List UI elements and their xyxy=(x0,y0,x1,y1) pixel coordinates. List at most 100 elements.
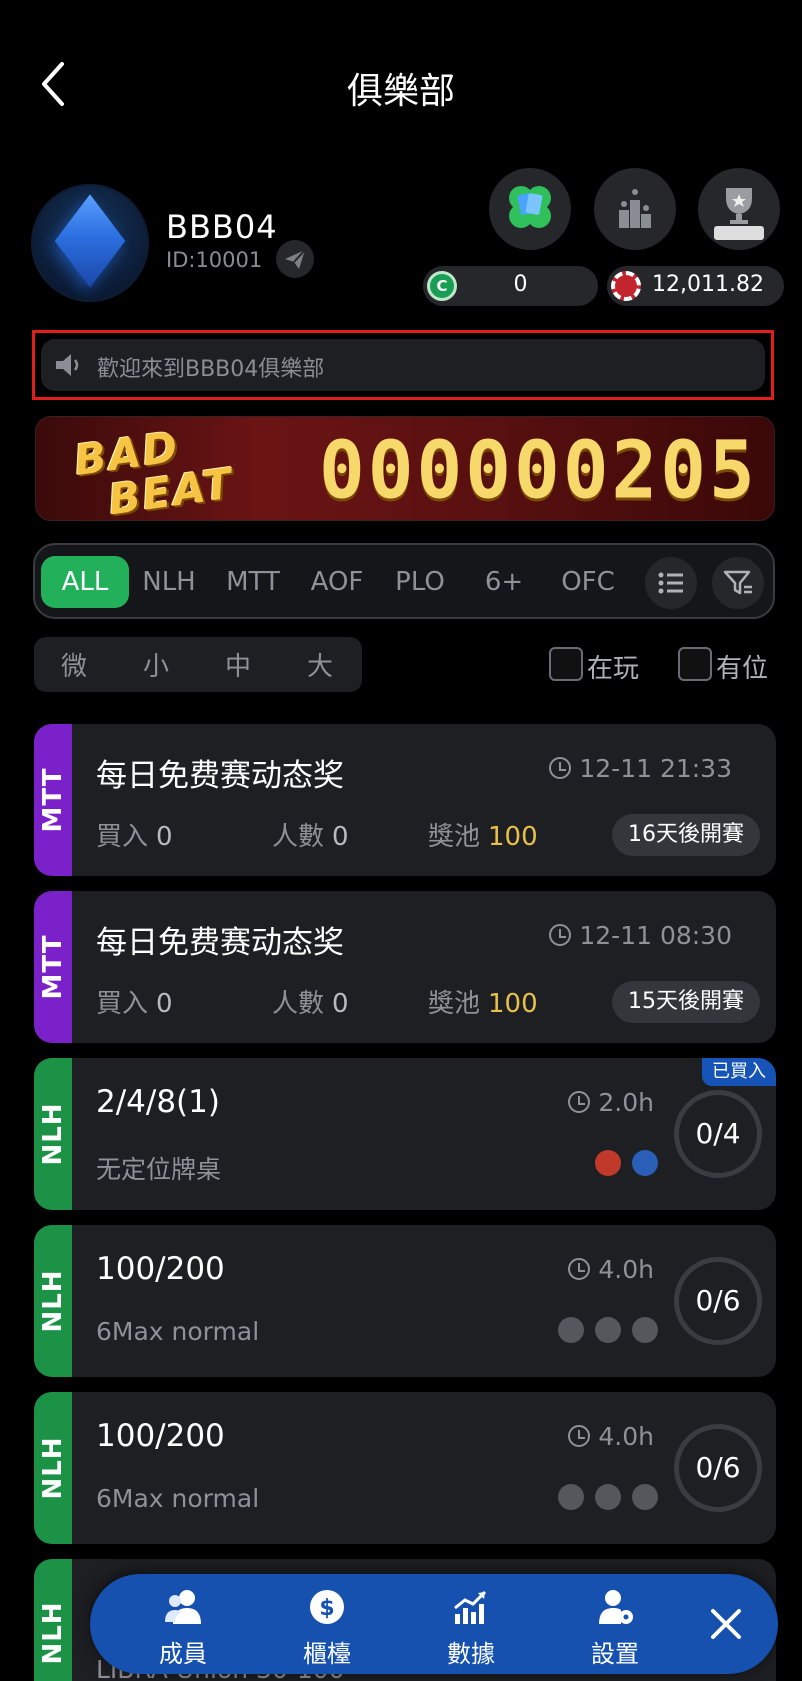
game-type-strip: NLH xyxy=(34,1392,72,1544)
tab-all[interactable]: ALL xyxy=(41,556,129,608)
seat-count: 0/4 xyxy=(674,1090,762,1178)
game-duration: 4.0h xyxy=(568,1422,654,1451)
members-icon xyxy=(165,1590,201,1624)
clock-icon xyxy=(549,924,572,946)
location-pin-icon xyxy=(557,1317,584,1343)
chip-balance[interactable]: 12,011.82 xyxy=(607,266,784,306)
prize-pool: 獎池 100 xyxy=(428,822,538,852)
club-avatar[interactable] xyxy=(31,184,149,302)
tab-6plus[interactable]: 6+ xyxy=(462,556,546,608)
nav-data[interactable]: 數據 xyxy=(426,1588,516,1669)
coin-balance-value: 0 xyxy=(513,272,528,297)
coin-balance[interactable]: C 0 xyxy=(423,266,598,306)
trophy-button[interactable] xyxy=(698,168,780,250)
data-chart-icon xyxy=(454,1590,487,1624)
game-blinds: 100/200 xyxy=(96,1418,225,1454)
playing-checkbox[interactable] xyxy=(549,647,583,681)
game-title: 每日免费赛动态奖 xyxy=(96,925,344,961)
clover-cards-icon xyxy=(509,186,551,228)
shield-icon xyxy=(594,1317,621,1343)
stake-micro[interactable]: 微 xyxy=(61,646,87,683)
game-type-strip: MTT xyxy=(34,891,72,1043)
send-plane-icon xyxy=(285,249,306,269)
game-type-filter: ALL NLH MTT AOF PLO 6+ OFC xyxy=(33,543,775,619)
seat-count: 0/6 xyxy=(674,1424,762,1512)
buyin: 買入 0 xyxy=(96,822,173,852)
game-subtitle: 6Max normal xyxy=(96,1484,260,1513)
game-time: 12-11 08:30 xyxy=(549,921,732,950)
location-pin-icon xyxy=(557,1484,584,1510)
close-action-bar-button[interactable] xyxy=(704,1602,748,1646)
game-type-strip: NLH xyxy=(34,1225,72,1377)
club-id: ID:10001 xyxy=(166,248,263,272)
bad-beat-logo: BAD BEAT xyxy=(71,421,237,521)
player-count: 人數 0 xyxy=(272,989,349,1019)
gps-globe-icon xyxy=(632,1484,658,1510)
svg-text:$: $ xyxy=(319,1596,334,1621)
chip-balance-value: 12,011.82 xyxy=(652,272,764,297)
announcement-text: 歡迎來到BBB04俱樂部 xyxy=(97,357,325,382)
game-type-strip: MTT xyxy=(34,724,72,876)
game-subtitle: 6Max normal xyxy=(96,1317,260,1346)
game-blinds: 2/4/8(1) xyxy=(96,1084,220,1120)
bought-in-tag: 已買入 xyxy=(702,1058,776,1086)
settings-user-icon xyxy=(599,1590,633,1624)
shield-icon xyxy=(594,1484,621,1510)
seat-available-checkbox-label: 有位 xyxy=(716,654,769,684)
list-icon xyxy=(658,572,683,594)
ranking-button[interactable] xyxy=(594,168,676,250)
tab-plo[interactable]: PLO xyxy=(378,556,462,608)
tab-mtt[interactable]: MTT xyxy=(211,556,295,608)
clock-icon xyxy=(549,757,572,779)
page-title: 俱樂部 xyxy=(346,71,455,112)
stake-level-selector: 微 小 中 大 xyxy=(34,637,362,692)
seven-deuce-icon xyxy=(594,1150,621,1176)
game-title: 每日免费赛动态奖 xyxy=(96,758,344,794)
playing-checkbox-label: 在玩 xyxy=(587,654,640,684)
podium-icon xyxy=(619,189,651,228)
game-card[interactable]: MTT 每日免费赛动态奖 12-11 21:33 買入 0 人數 0 獎池 100 1… xyxy=(34,724,776,876)
stake-small[interactable]: 小 xyxy=(143,646,169,683)
game-time: 12-11 21:33 xyxy=(549,754,732,783)
club-action-bar: 成員 $ 櫃檯 數據 設置 xyxy=(90,1574,778,1674)
nav-counter[interactable]: $ 櫃檯 xyxy=(282,1588,372,1669)
game-type-strip: NLH xyxy=(34,1559,72,1681)
nav-members[interactable]: 成員 xyxy=(138,1588,228,1669)
club-name: BBB04 xyxy=(166,208,278,246)
clock-icon xyxy=(568,1258,591,1280)
nav-settings[interactable]: 設置 xyxy=(570,1588,660,1669)
gps-globe-icon xyxy=(632,1317,658,1343)
share-button[interactable] xyxy=(276,240,314,278)
game-duration: 4.0h xyxy=(568,1255,654,1284)
game-feature-icons xyxy=(552,1484,658,1514)
seat-count: 0/6 xyxy=(674,1257,762,1345)
tab-ofc[interactable]: OFC xyxy=(546,556,630,608)
stake-large[interactable]: 大 xyxy=(307,646,333,683)
buyin: 買入 0 xyxy=(96,989,173,1019)
player-count: 人數 0 xyxy=(272,822,349,852)
tab-nlh[interactable]: NLH xyxy=(127,556,211,608)
close-icon xyxy=(711,1609,741,1639)
game-type-strip: NLH xyxy=(34,1058,72,1210)
bad-beat-jackpot-banner[interactable]: BAD BEAT 000000205 xyxy=(35,416,775,521)
stake-medium[interactable]: 中 xyxy=(225,646,251,683)
announcement-bar[interactable]: 歡迎來到BBB04俱樂部 xyxy=(32,330,774,400)
game-card[interactable]: NLH 2/4/8(1) 2.0h 无定位牌桌 已買入 0/4 xyxy=(34,1058,776,1210)
jackpot-amount: 000000205 xyxy=(319,422,758,517)
game-blinds: 100/200 xyxy=(96,1251,225,1287)
game-duration: 2.0h xyxy=(568,1088,654,1117)
game-card[interactable]: NLH 100/200 4.0h 6Max normal 0/6 xyxy=(34,1225,776,1377)
seat-available-checkbox[interactable] xyxy=(678,647,712,681)
start-countdown-badge: 15天後開賽 xyxy=(612,981,760,1023)
diamond-logo-icon xyxy=(54,194,126,288)
tab-aof[interactable]: AOF xyxy=(295,556,379,608)
game-card[interactable]: MTT 每日免费赛动态奖 12-11 08:30 買入 0 人數 0 獎池 100 1… xyxy=(34,891,776,1043)
game-feature-icons xyxy=(552,1317,658,1347)
list-view-button[interactable] xyxy=(645,557,697,609)
lucky-cards-button[interactable] xyxy=(489,168,571,250)
poker-chip-icon xyxy=(611,271,641,301)
game-subtitle: 无定位牌桌 xyxy=(96,1155,222,1184)
game-card[interactable]: NLH 100/200 4.0h 6Max normal 0/6 xyxy=(34,1392,776,1544)
speaker-icon xyxy=(56,354,79,376)
filter-button[interactable] xyxy=(712,557,764,609)
